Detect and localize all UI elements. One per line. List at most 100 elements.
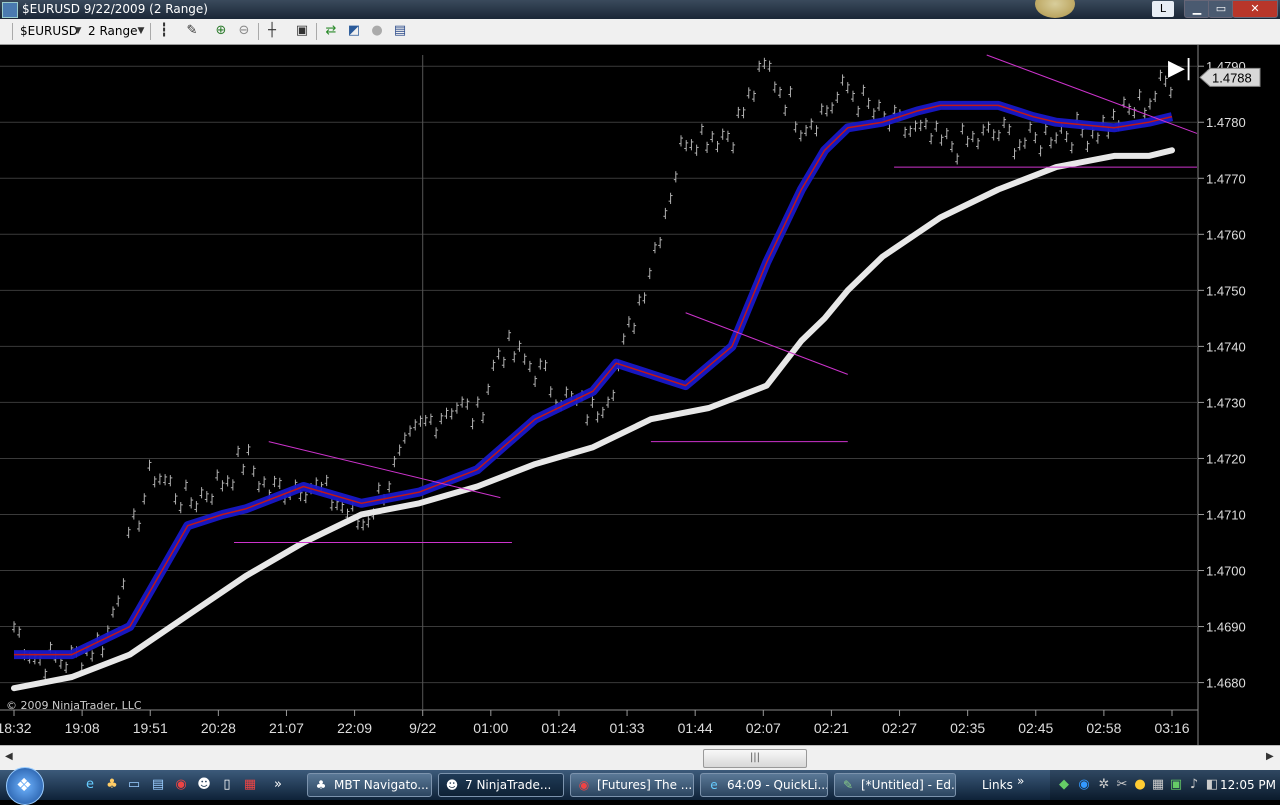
link-button[interactable]: L [1152, 1, 1174, 17]
y-tick-label: 1.4730 [1206, 395, 1246, 410]
close-button[interactable]: ✕ [1232, 0, 1278, 18]
x-tick-label: 01:44 [678, 720, 713, 736]
x-tick-label: 02:45 [1018, 720, 1053, 736]
chrome-icon: ◉ [578, 778, 590, 792]
x-tick-label: 21:07 [269, 720, 304, 736]
x-tick-label: 02:21 [814, 720, 849, 736]
scroll-right-icon[interactable]: ▶ [1266, 751, 1274, 762]
x-tick-label: 01:00 [473, 720, 508, 736]
price-chart[interactable]: 1.4680 1.4690 1.4700 1.4710 1.4720 1.4730 1.47… [0, 45, 1280, 745]
tray-browser-icon[interactable]: ◉ [1076, 777, 1092, 793]
bar-style-icon[interactable]: ┇ [156, 23, 172, 39]
x-tick-label: 01:24 [541, 720, 576, 736]
price-marker-label: 1.4788 [1212, 70, 1252, 85]
quicklaunch-overflow-icon[interactable]: » [270, 777, 286, 793]
x-tick-label: 19:51 [133, 720, 168, 736]
scroll-to-end-icon[interactable]: ▶| [1168, 56, 1192, 81]
toolbar-separator [150, 23, 151, 40]
task-label: 7 NinjaTrade... [465, 778, 552, 792]
task-ninjatrader[interactable]: ☻ 7 NinjaTrade... [438, 773, 564, 797]
zoom-out-icon[interactable]: ⊖ [236, 23, 252, 39]
links-overflow-icon[interactable]: » [1017, 774, 1024, 788]
task-editor[interactable]: ✎ [*Untitled] - Ed... [834, 773, 956, 797]
hat-icon: ♣ [315, 778, 327, 792]
task-mbt-navigator[interactable]: ♣ MBT Navigato... [307, 773, 432, 797]
scroll-thumb[interactable]: ||| [703, 749, 807, 768]
x-tick-label: 19:08 [65, 720, 100, 736]
x-tick-label: 9/22 [409, 720, 436, 736]
tray-settings-icon[interactable]: ✲ [1096, 777, 1112, 793]
scroll-left-icon[interactable]: ◀ [5, 751, 13, 762]
task-label: 64:09 - QuickLi... [727, 778, 828, 792]
tray-tool-icon[interactable]: ✂ [1114, 777, 1130, 793]
tray-volume-icon[interactable]: ♪ [1186, 777, 1202, 793]
tray-messenger-icon[interactable]: ● [1132, 777, 1148, 793]
task-quicklink[interactable]: e 64:09 - QuickLi... [700, 773, 828, 797]
task-label: [*Untitled] - Ed... [861, 778, 956, 792]
y-tick-label: 1.4680 [1206, 676, 1246, 691]
paint-icon[interactable]: ▦ [242, 777, 258, 793]
tray-status-icon[interactable]: ▣ [1168, 777, 1184, 793]
title-bar: $EURUSD 9/22/2009 (2 Range) L ▁ ▭ ✕ [0, 0, 1280, 19]
decorative-orb [1035, 0, 1075, 18]
x-tick-label: 01:33 [610, 720, 645, 736]
slow-moving-average [11, 147, 1175, 692]
clock: 12:05 PM [1220, 778, 1276, 792]
properties-icon[interactable]: ▣ [294, 23, 310, 39]
price-bars [12, 57, 1173, 680]
x-tick-label: 02:58 [1086, 720, 1121, 736]
maximize-button[interactable]: ▭ [1208, 0, 1234, 18]
y-tick-label: 1.4750 [1206, 283, 1246, 298]
desktop-icon[interactable]: ▭ [126, 777, 142, 793]
taskbar: ❖ e ♣ ▭ ▤ ◉ ☻ ▯ ▦ » ♣ MBT Navigato... ☻ … [0, 767, 1280, 805]
current-price-marker: 1.4788 [1199, 67, 1261, 87]
x-tick-label: 02:35 [950, 720, 985, 736]
document-icon[interactable]: ▯ [219, 777, 235, 793]
instrument-dropdown-icon[interactable]: ▼ [70, 23, 86, 39]
window-title: $EURUSD 9/22/2009 (2 Range) [22, 2, 208, 16]
copyright-label: © 2009 NinjaTrader, LLC [6, 699, 142, 712]
task-futures-browser[interactable]: ◉ [Futures] The ... [570, 773, 694, 797]
strategies-icon[interactable]: ● [369, 23, 385, 39]
window-switch-icon[interactable]: ▤ [150, 777, 166, 793]
horizontal-scrollbar[interactable]: ◀ ||| ▶ [0, 745, 1280, 771]
chart-toolbar: $EURUSD ▼ 2 Range ▼ ┇ ✎ ⊕ ⊖ ┼ ▣ ⇄ ◩ ● ▤ [0, 19, 1280, 45]
drawing-tool-icon[interactable]: ✎ [184, 23, 200, 39]
hat-icon[interactable]: ♣ [104, 777, 120, 793]
x-tick-label: 22:09 [337, 720, 372, 736]
chrome-icon[interactable]: ◉ [173, 777, 189, 793]
ninja-icon[interactable]: ☻ [196, 777, 212, 793]
minimize-button[interactable]: ▁ [1184, 0, 1210, 18]
links-toolbar[interactable]: Links [982, 778, 1013, 792]
indicators-icon[interactable]: ◩ [346, 23, 362, 39]
y-tick-label: 1.4690 [1206, 620, 1246, 635]
y-tick-label: 1.4710 [1206, 507, 1246, 522]
y-tick-label: 1.4740 [1206, 339, 1246, 354]
crosshair-icon[interactable]: ┼ [264, 23, 280, 39]
grip [12, 23, 13, 40]
app-icon[interactable] [2, 2, 18, 18]
y-tick-label: 1.4700 [1206, 564, 1246, 579]
toolbar-separator [316, 23, 317, 40]
period-dropdown-icon[interactable]: ▼ [133, 23, 149, 39]
toolbar-separator [258, 23, 259, 40]
tray-app-icon[interactable]: ◆ [1056, 777, 1072, 793]
zoom-in-icon[interactable]: ⊕ [213, 23, 229, 39]
y-tick-label: 1.4720 [1206, 451, 1246, 466]
ie-icon[interactable]: e [82, 777, 98, 793]
chart-trader-icon[interactable]: ▤ [392, 23, 408, 39]
chart-canvas[interactable]: 1.4680 1.4690 1.4700 1.4710 1.4720 1.4730 1.47… [0, 45, 1280, 745]
period-selector[interactable]: 2 Range [88, 24, 137, 38]
task-label: [Futures] The ... [597, 778, 693, 792]
x-tick-label: 02:07 [746, 720, 781, 736]
x-tick-label: 18:32 [0, 720, 32, 736]
data-series-icon[interactable]: ⇄ [323, 23, 339, 39]
tray-power-icon[interactable]: ◧ [1204, 777, 1220, 793]
x-tick-label: 03:16 [1154, 720, 1189, 736]
start-button[interactable]: ❖ [6, 767, 44, 805]
tray-network-icon[interactable]: ▦ [1150, 777, 1166, 793]
y-tick-label: 1.4770 [1206, 171, 1246, 186]
x-tick-label: 02:27 [882, 720, 917, 736]
y-tick-label: 1.4780 [1206, 115, 1246, 130]
y-tick-label: 1.4760 [1206, 227, 1246, 242]
